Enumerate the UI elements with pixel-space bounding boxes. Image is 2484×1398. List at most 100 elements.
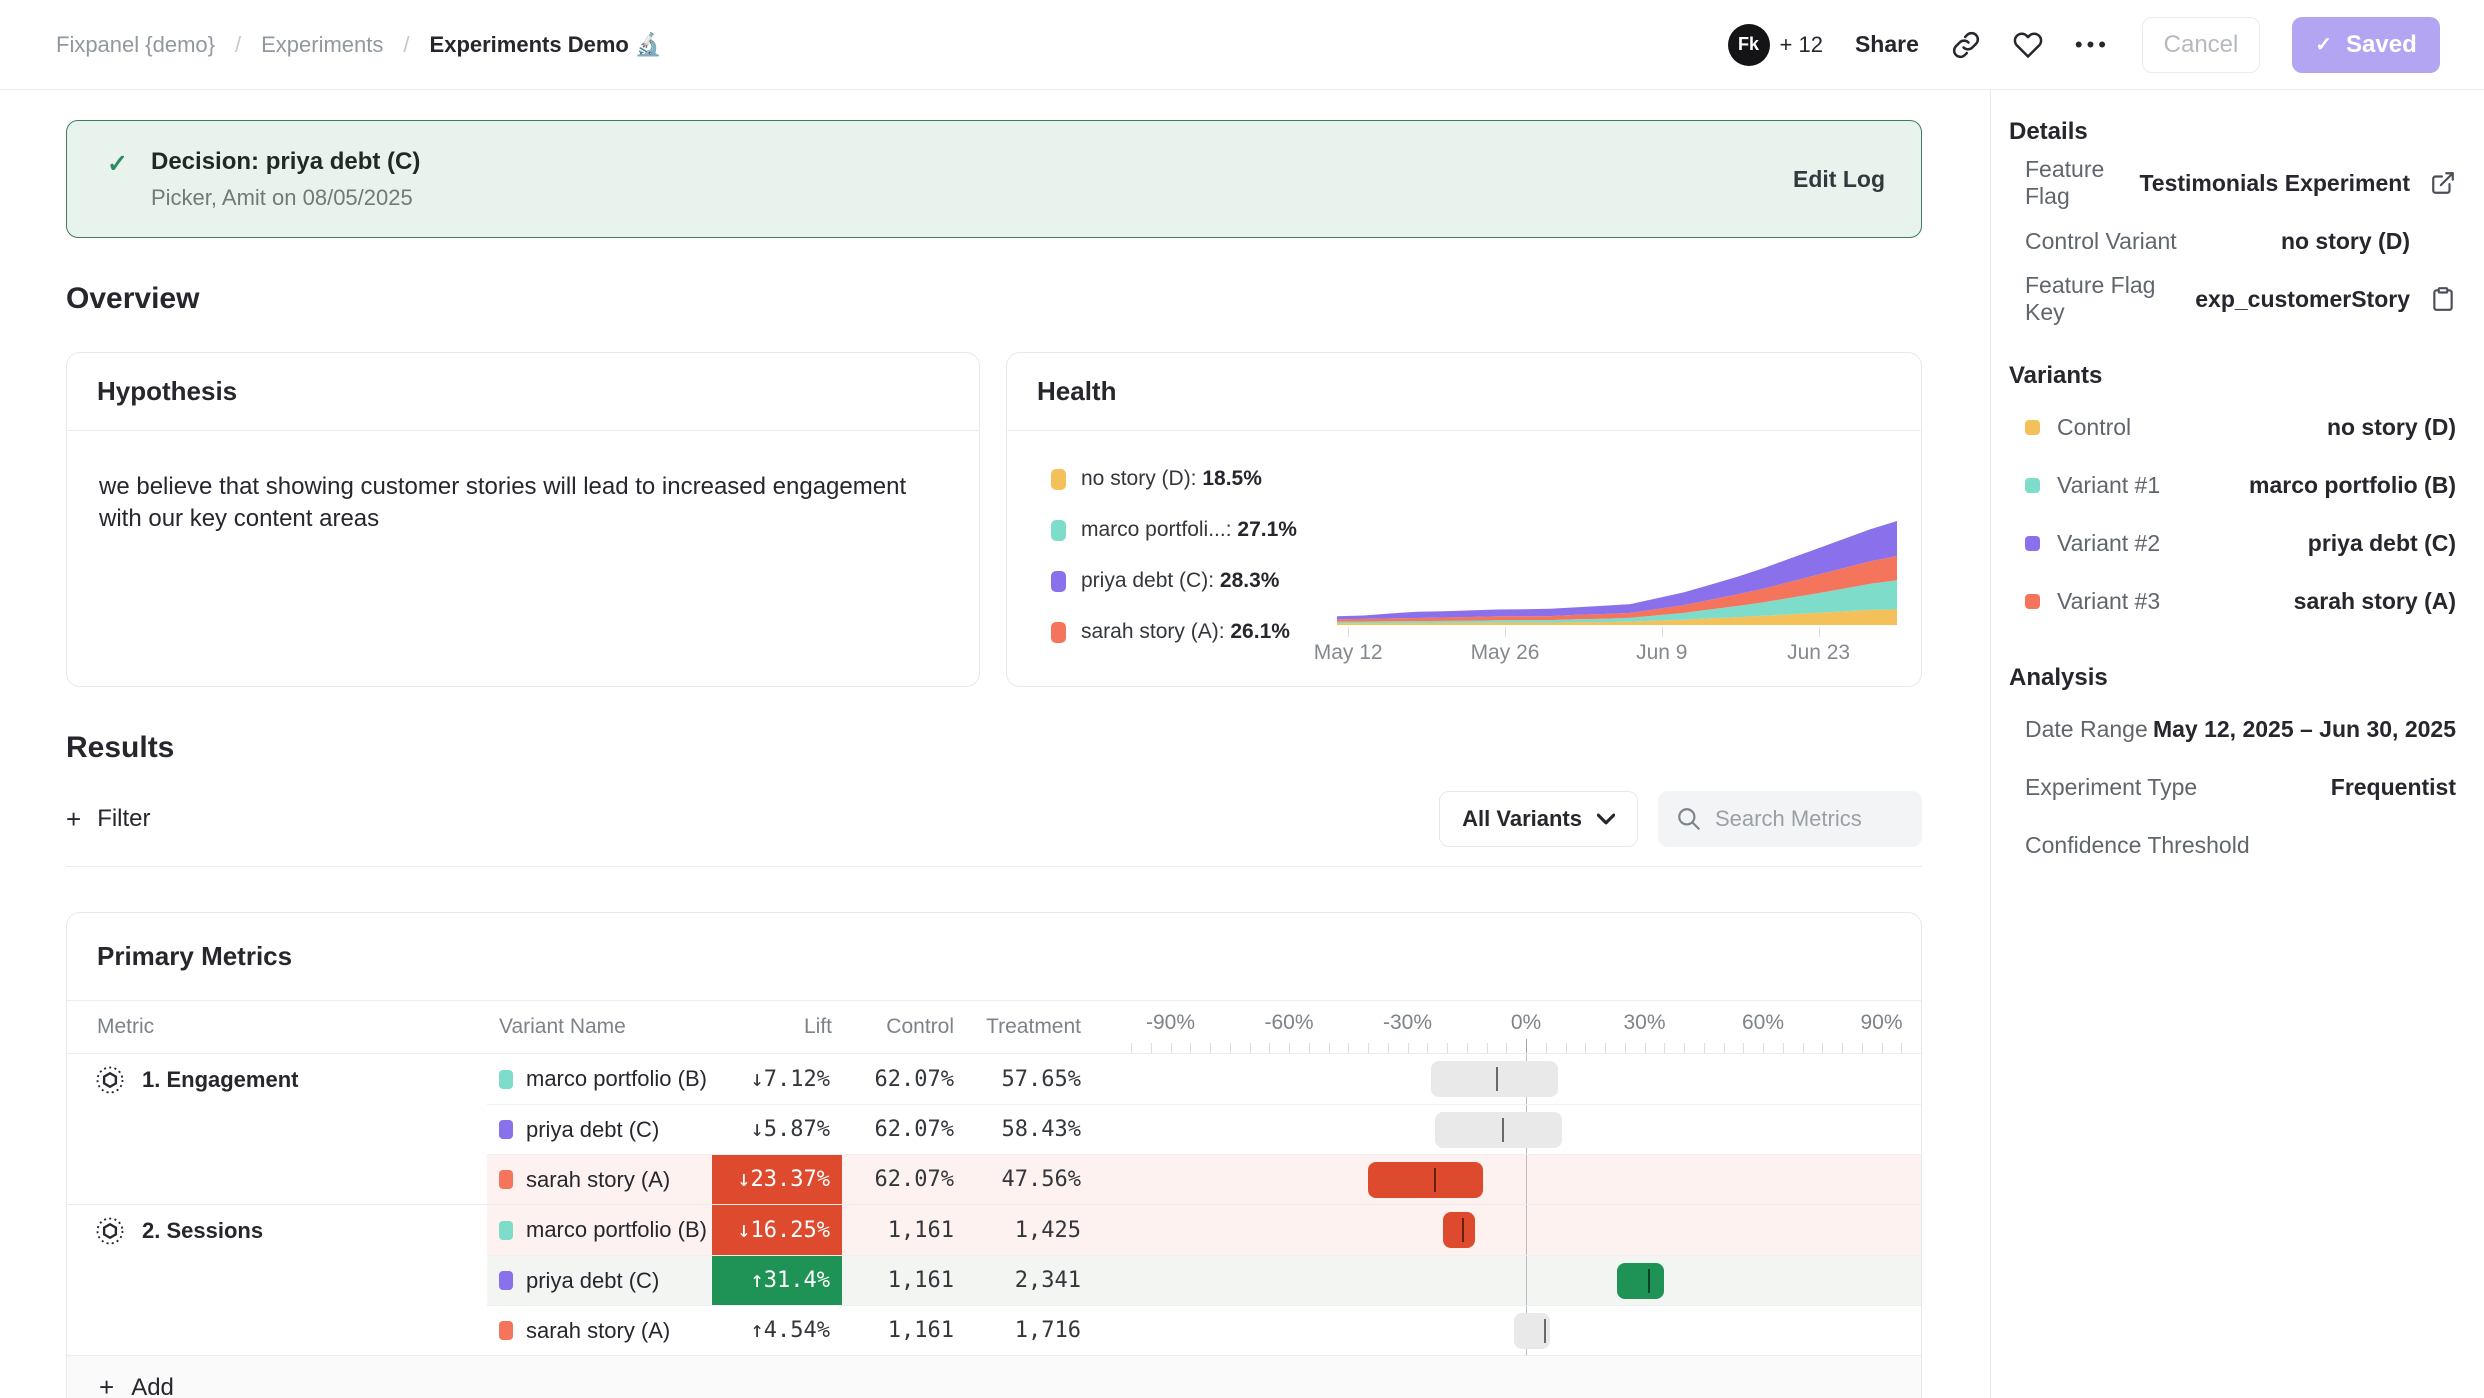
add-filter-button[interactable]: + Filter <box>66 804 151 835</box>
legend-label: no story (D): 18.5% <box>1081 467 1262 491</box>
variant-row: Controlno story (D) <box>2007 398 2456 456</box>
avatar[interactable]: Fk <box>1728 24 1770 66</box>
details-sidebar: Details Feature FlagTestimonials Experim… <box>1990 90 2484 1398</box>
treatment-value: 57.65% <box>964 1054 1091 1104</box>
share-button[interactable]: Share <box>1855 31 1919 58</box>
detail-row: Feature Flag Keyexp_customerStory <box>2007 270 2456 328</box>
decision-title: Decision: priya debt (C) <box>151 148 1793 176</box>
hypothesis-body: we believe that showing customer stories… <box>67 431 979 574</box>
metric-group: 2. Sessionsmarco portfolio (B)↓16.25%1,1… <box>67 1204 1921 1355</box>
legend-item: sarah story (A): 26.1% <box>1051 620 1337 644</box>
variant-row: Variant #3sarah story (A) <box>2007 572 2456 630</box>
point-estimate-tick <box>1502 1118 1504 1142</box>
cancel-button[interactable]: Cancel <box>2142 17 2260 73</box>
variants-dropdown-label: All Variants <box>1462 806 1582 832</box>
ruler-tick <box>1447 1043 1448 1053</box>
breadcrumb-separator: / <box>235 32 241 58</box>
legend-swatch <box>1051 571 1066 592</box>
confidence-interval-cell <box>1131 1105 1921 1154</box>
ruler-tick <box>1724 1043 1725 1053</box>
analysis-value: May 12, 2025 – Jun 30, 2025 <box>2153 716 2456 743</box>
breadcrumb-experiments[interactable]: Experiments <box>261 32 383 58</box>
ruler-tick <box>1329 1043 1330 1053</box>
more-options-icon[interactable]: ••• <box>2075 32 2110 58</box>
confidence-interval-bar <box>1431 1061 1557 1097</box>
edit-log-button[interactable]: Edit Log <box>1793 166 1885 193</box>
ruler-tick <box>1427 1043 1428 1053</box>
variants-title: Variants <box>2007 362 2456 390</box>
ruler-tick <box>1803 1043 1804 1053</box>
metric-name: 1. Engagement <box>142 1067 298 1093</box>
favorite-heart-icon[interactable] <box>2013 30 2043 60</box>
table-row: marco portfolio (B)↓16.25%1,1611,425 <box>487 1205 1921 1255</box>
ruler-tick <box>1664 1043 1665 1053</box>
confidence-interval-cell <box>1131 1205 1921 1255</box>
collaborators-group[interactable]: Fk + 12 <box>1728 24 1823 66</box>
treatment-value: 1,716 <box>964 1306 1091 1355</box>
variant-swatch <box>2025 536 2040 551</box>
point-estimate-tick <box>1462 1218 1464 1242</box>
breadcrumb-separator: / <box>403 32 409 58</box>
plus-icon: + <box>66 804 81 835</box>
point-estimate-tick <box>1544 1319 1546 1343</box>
treatment-value: 1,425 <box>964 1205 1091 1255</box>
primary-metrics-title: Primary Metrics <box>67 913 1921 1001</box>
metric-goal-icon <box>95 1065 125 1095</box>
variant-swatch <box>499 1321 513 1340</box>
metrics-table-body: 1. Engagementmarco portfolio (B)↓7.12%62… <box>67 1053 1921 1355</box>
variants-dropdown[interactable]: All Variants <box>1439 791 1638 847</box>
table-row: sarah story (A)↓23.37%62.07%47.56% <box>487 1154 1921 1204</box>
search-metrics-box[interactable] <box>1658 791 1922 847</box>
saved-button-label: Saved <box>2346 31 2417 59</box>
topbar-actions: Fk + 12 Share ••• Cancel ✓ Saved <box>1728 17 2440 73</box>
results-toolbar: + Filter All Variants <box>66 791 1922 847</box>
main-content: ✓ Decision: priya debt (C) Picker, Amit … <box>0 90 1990 1398</box>
variant-value: priya debt (C) <box>2308 530 2456 557</box>
x-axis-tick <box>1505 627 1506 637</box>
ruler-axis-label: 30% <box>1623 1011 1665 1035</box>
saved-button[interactable]: ✓ Saved <box>2292 17 2440 73</box>
col-variant-name: Variant Name <box>487 1015 712 1039</box>
detail-label: Control Variant <box>2025 228 2281 255</box>
breadcrumb-project[interactable]: Fixpanel {demo} <box>56 32 215 58</box>
lift-value: ↑4.54% <box>712 1306 842 1355</box>
copy-link-icon[interactable] <box>1951 30 1981 60</box>
x-axis-label: Jun 23 <box>1787 641 1850 665</box>
lift-value: ↓5.87% <box>712 1105 842 1154</box>
legend-item: marco portfoli...: 27.1% <box>1051 518 1337 542</box>
ruler-tick <box>1763 1043 1764 1053</box>
x-axis-label: May 12 <box>1314 641 1383 665</box>
ruler-tick <box>1368 1043 1369 1053</box>
external-link-icon[interactable] <box>2430 170 2456 196</box>
variant-swatch <box>2025 478 2040 493</box>
control-value: 62.07% <box>842 1155 964 1204</box>
analysis-section: Analysis Date RangeMay 12, 2025 – Jun 30… <box>2007 664 2456 874</box>
ruler-axis-label: -90% <box>1146 1011 1195 1035</box>
app: { "icons": { "check": "✓", "plus": "+", … <box>0 0 2484 1398</box>
analysis-row: Confidence Threshold <box>2007 816 2456 874</box>
lift-ruler: -90%-60%-30%0%30%60%90% <box>1131 1001 1921 1053</box>
search-metrics-input[interactable] <box>1715 806 1904 832</box>
icon-slot <box>2410 286 2456 312</box>
variant-name: marco portfolio (B) <box>526 1217 707 1243</box>
main-layout: ✓ Decision: priya debt (C) Picker, Amit … <box>0 90 2484 1398</box>
analysis-label: Experiment Type <box>2025 774 2331 801</box>
ruler-tick <box>1566 1043 1567 1053</box>
control-value: 62.07% <box>842 1054 964 1104</box>
ruler-tick <box>1822 1043 1823 1053</box>
variant-row: Variant #2priya debt (C) <box>2007 514 2456 572</box>
health-card: Health no story (D): 18.5%marco portfoli… <box>1006 352 1922 687</box>
health-body: no story (D): 18.5% marco portfoli...: 27… <box>1007 431 1921 667</box>
ruler-tick <box>1743 1043 1744 1053</box>
details-rows: Feature FlagTestimonials ExperimentContr… <box>2007 154 2456 328</box>
variant-swatch <box>499 1221 513 1240</box>
detail-value: no story (D) <box>2281 228 2410 255</box>
add-metric-button[interactable]: + Add <box>67 1355 1921 1398</box>
health-legend: no story (D): 18.5% marco portfoli...: 27… <box>1051 467 1337 667</box>
ruler-tick <box>1783 1043 1784 1053</box>
clipboard-copy-icon[interactable] <box>2430 286 2456 312</box>
legend-swatch <box>1051 622 1066 643</box>
confidence-interval-bar <box>1435 1112 1561 1148</box>
detail-label: Feature Flag <box>2025 156 2139 210</box>
variant-label: Variant #2 <box>2057 530 2308 557</box>
